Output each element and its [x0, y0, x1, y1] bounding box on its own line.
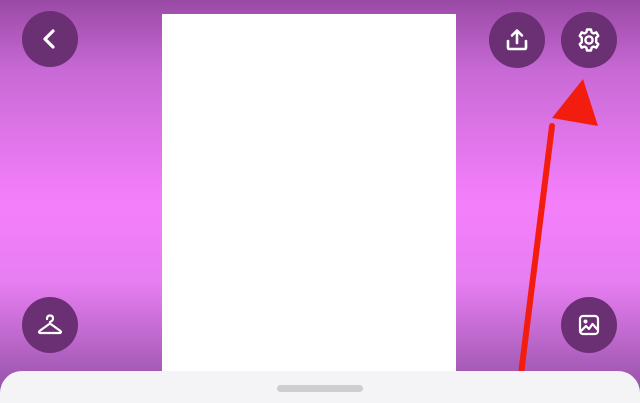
settings-button[interactable]	[561, 12, 617, 68]
share-button[interactable]	[489, 12, 545, 68]
outfit-button[interactable]	[22, 297, 78, 353]
preview-canvas	[162, 14, 456, 403]
back-button[interactable]	[22, 11, 78, 67]
image-button[interactable]	[561, 297, 617, 353]
bottom-sheet[interactable]	[0, 371, 640, 403]
image-icon	[578, 314, 600, 336]
upload-icon	[506, 29, 528, 51]
sheet-grabber[interactable]	[277, 385, 363, 392]
gear-icon	[578, 28, 600, 52]
chevron-left-icon	[43, 29, 55, 49]
hanger-icon	[37, 314, 63, 335]
